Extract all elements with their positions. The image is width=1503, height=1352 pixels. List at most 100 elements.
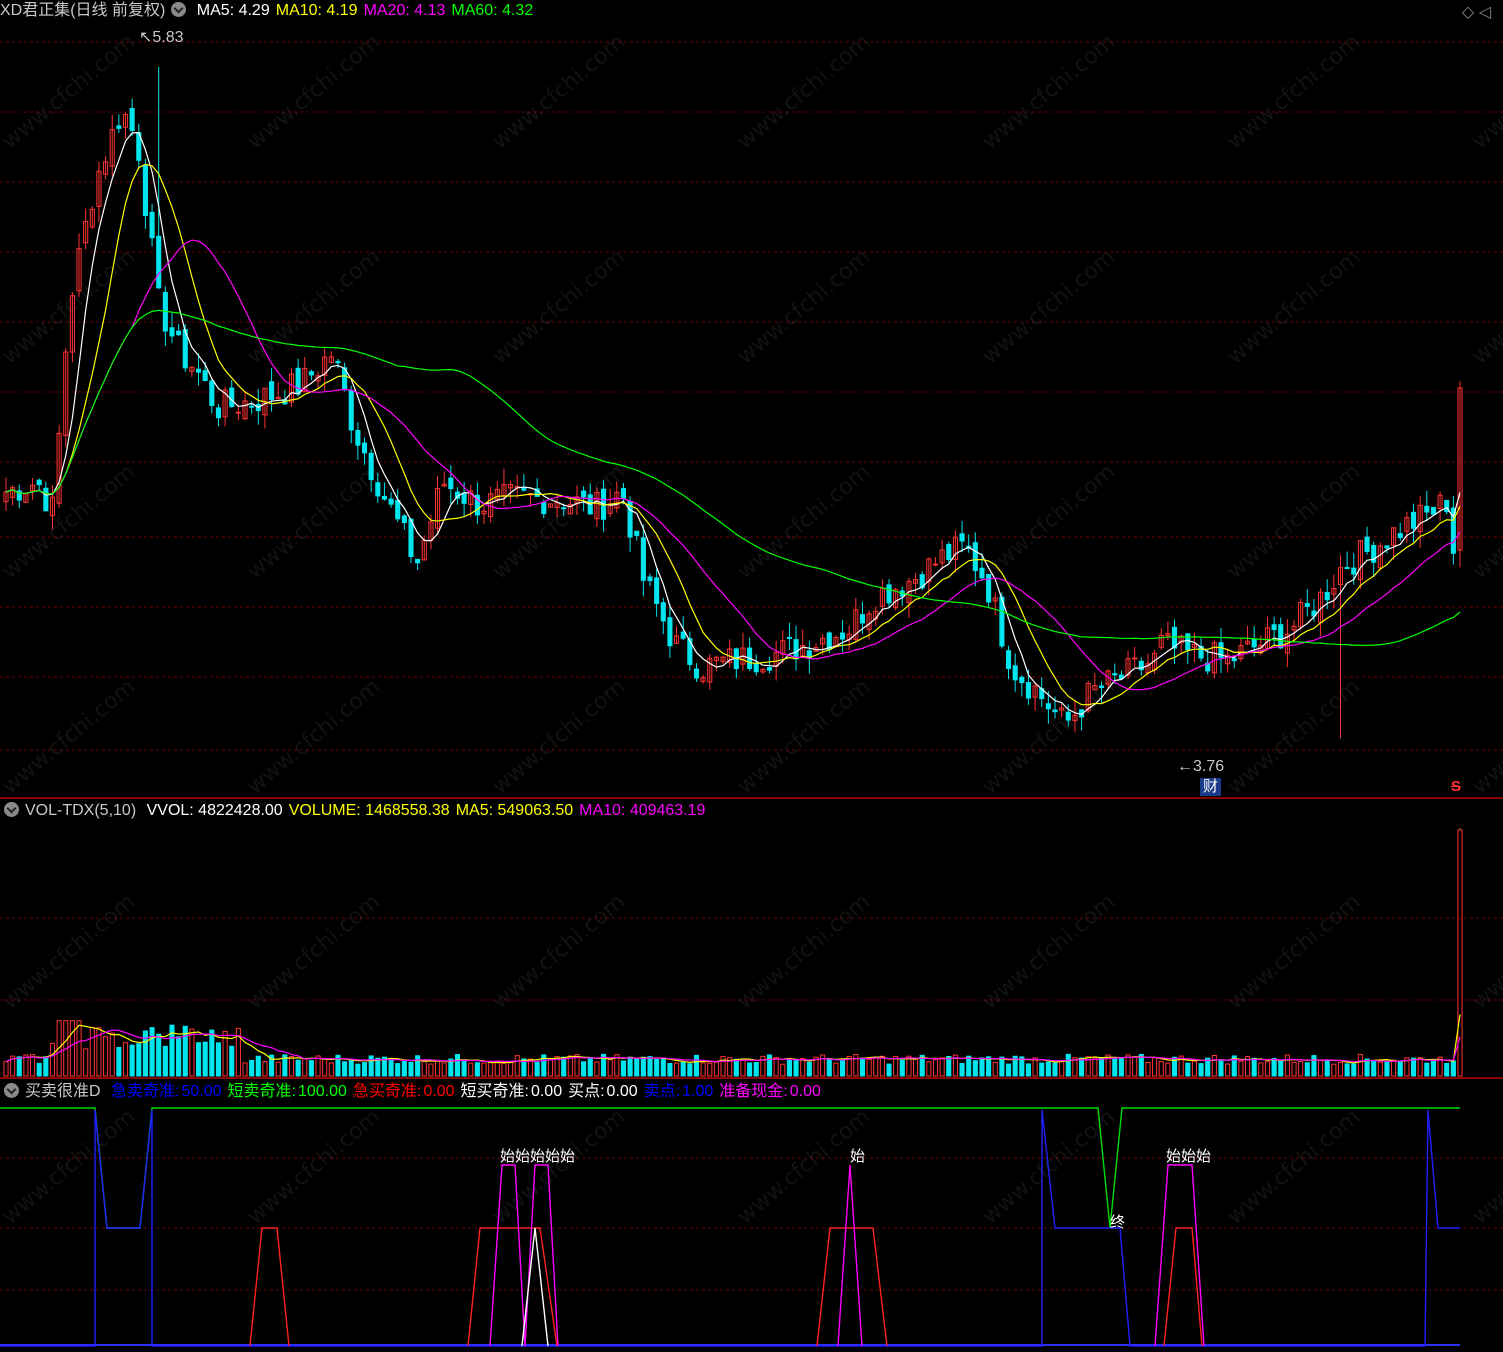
watermark: www.cfchi.com — [1223, 459, 1365, 584]
volume-bar — [1112, 1058, 1118, 1077]
volume-bar — [514, 1055, 520, 1077]
volume-bar — [308, 1060, 314, 1077]
watermark: www.cfchi.com — [488, 459, 630, 584]
volume-bar — [1145, 1061, 1151, 1077]
signal-label: 终 — [1110, 1214, 1126, 1231]
volume-bar — [1052, 1062, 1058, 1077]
watermark: www.cfchi.com — [978, 889, 1120, 1014]
volume-bar — [195, 1042, 202, 1077]
volume-legend-item: VVOL: 4822428.00 — [146, 802, 283, 819]
volume-bar — [959, 1062, 965, 1077]
volume-bar — [428, 1063, 434, 1077]
volume-bar — [129, 1044, 135, 1077]
volume-bar — [587, 1057, 593, 1077]
volume-bar — [946, 1055, 952, 1077]
watermark: www.cfchi.com — [733, 1104, 875, 1229]
watermark: www.cfchi.com — [488, 889, 630, 1014]
volume-bar — [355, 1063, 361, 1077]
watermark: www.cfchi.com — [1468, 674, 1503, 799]
candle-body — [1185, 633, 1191, 651]
volume-bar — [627, 1056, 633, 1077]
collapse-icon[interactable]: ◁ — [1479, 4, 1491, 21]
volume-bar — [687, 1063, 693, 1077]
watermark: www.cfchi.com — [733, 889, 875, 1014]
candle-body — [176, 330, 182, 336]
candle-body — [1098, 685, 1105, 689]
volume-bar — [494, 1060, 500, 1077]
volume-bar — [1132, 1056, 1138, 1077]
candle-body — [886, 584, 892, 604]
ma-legend-item: MA10: 4.19 — [275, 2, 358, 19]
watermark: www.cfchi.com — [243, 29, 385, 154]
volume-bar — [620, 1060, 627, 1077]
watermark: www.cfchi.com — [488, 29, 630, 154]
volume-bar — [634, 1058, 640, 1077]
volume-title[interactable]: VOL-TDX(5,10) — [25, 802, 136, 819]
candle-body — [1025, 682, 1032, 699]
candle-body — [640, 537, 646, 581]
volume-bar — [1417, 1057, 1423, 1077]
candle-body — [1132, 657, 1138, 660]
volume-bar — [1357, 1053, 1363, 1077]
price-candles — [3, 66, 1463, 739]
chart-canvas[interactable]: www.cfchi.com www.cfchi.com www.cfchi.com w… — [0, 0, 1503, 1352]
candle-body — [693, 668, 700, 679]
volume-bar — [693, 1054, 700, 1077]
ma-legend-item: MA60: 4.32 — [451, 2, 534, 19]
volume-bar — [853, 1054, 859, 1077]
volume-bar — [328, 1062, 334, 1077]
candle-body — [1304, 602, 1310, 607]
volume-bar — [1225, 1063, 1231, 1077]
candle-body — [1278, 624, 1284, 649]
volume-bar — [395, 1063, 401, 1077]
candle-body — [249, 405, 255, 408]
indicator-title[interactable]: 买卖很准D — [25, 1083, 101, 1100]
candle-body — [932, 563, 939, 566]
volume-bar — [122, 1042, 129, 1077]
watermark: www.cfchi.com — [1223, 674, 1365, 799]
volume-bar — [833, 1062, 839, 1077]
candle-body — [1344, 567, 1350, 570]
volume-bar — [3, 1061, 9, 1077]
volume-bar — [1158, 1061, 1164, 1077]
volume-bar — [1371, 1060, 1377, 1077]
volume-bar — [1430, 1060, 1437, 1077]
watermark: www.cfchi.com — [978, 459, 1120, 584]
sell-signal-badge[interactable]: S — [1451, 778, 1461, 796]
signal-label: 始 — [850, 1148, 866, 1165]
volume-bar — [1377, 1061, 1383, 1077]
dropdown-icon[interactable] — [4, 1083, 19, 1098]
volume-bar — [176, 1036, 182, 1077]
watermark: www.cfchi.com — [243, 1104, 385, 1229]
signal-label: 始始始始始 — [500, 1148, 576, 1165]
volume-bar — [29, 1054, 36, 1077]
volume-bar — [408, 1061, 414, 1077]
dropdown-icon[interactable] — [171, 2, 187, 17]
volume-bar — [302, 1058, 308, 1077]
volume-bar — [800, 1057, 806, 1077]
volume-bar — [640, 1056, 646, 1077]
stock-title[interactable]: XD君正集(日线 前复权) — [0, 2, 165, 19]
candle-body — [1045, 703, 1051, 710]
volume-bar — [899, 1059, 905, 1077]
candle-body — [461, 492, 467, 504]
volume-bar — [215, 1042, 222, 1077]
candle-body — [408, 518, 414, 558]
diamond-icon[interactable]: ◇ — [1462, 4, 1474, 21]
candle-body — [620, 487, 627, 499]
volume-bar — [1364, 1058, 1370, 1077]
volume-bar — [913, 1058, 919, 1077]
candle-body — [229, 387, 235, 408]
volume-bar — [1298, 1060, 1304, 1077]
cai-badge[interactable]: 财 — [1200, 778, 1222, 796]
volume-bar — [1138, 1053, 1144, 1077]
watermark: www.cfchi.com — [488, 1104, 630, 1229]
low-price-label: ←3.76 — [1177, 758, 1225, 775]
high-price-value: 5.83 — [152, 29, 184, 46]
dropdown-icon[interactable] — [4, 802, 19, 817]
volume-bar — [295, 1059, 301, 1077]
volume-bar — [69, 1020, 75, 1077]
volume-bar — [1410, 1057, 1417, 1077]
candle-body — [142, 164, 148, 216]
volume-bar — [1045, 1061, 1051, 1077]
